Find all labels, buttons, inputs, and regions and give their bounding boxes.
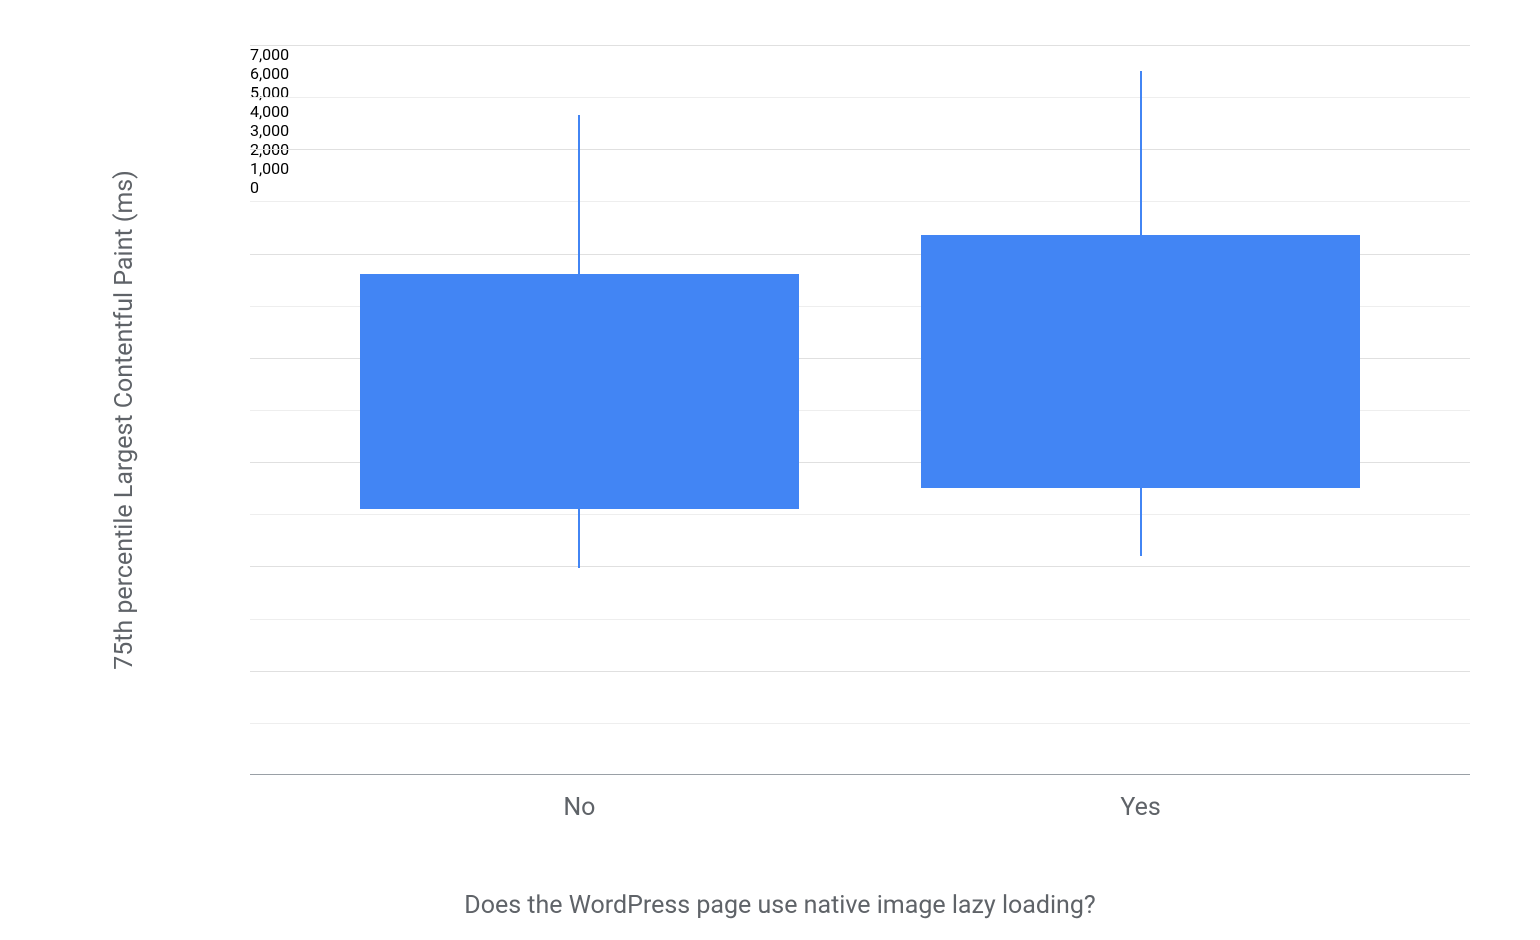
y-tick-label: 0 xyxy=(250,178,1470,197)
gridline xyxy=(250,149,1470,150)
y-tick-label: 4,000 xyxy=(250,102,1470,121)
y-tick-label: 6,000 xyxy=(250,64,1470,83)
boxplot-box-yes xyxy=(921,235,1360,488)
gridline-minor xyxy=(250,97,1470,98)
gridline xyxy=(250,566,1470,567)
gridline-minor xyxy=(250,201,1470,202)
boxplot-box-no xyxy=(360,274,799,509)
x-tick-label-no: No xyxy=(563,793,595,822)
y-tick-label: 3,000 xyxy=(250,121,1470,140)
gridline xyxy=(250,45,1470,46)
gridline-minor xyxy=(250,514,1470,515)
y-tick-label: 7,000 xyxy=(250,45,1470,64)
x-axis-label: Does the WordPress page use native image… xyxy=(50,891,1510,920)
y-tick-label: 1,000 xyxy=(250,159,1470,178)
gridline-minor xyxy=(250,723,1470,724)
gridline xyxy=(250,671,1470,672)
x-tick-label-yes: Yes xyxy=(1120,793,1160,822)
gridline-minor xyxy=(250,619,1470,620)
x-axis-line xyxy=(250,774,1470,775)
plot-area: 7,000 6,000 5,000 4,000 3,000 2,000 1,00… xyxy=(250,45,1470,775)
y-tick-label: 5,000 xyxy=(250,83,1470,102)
chart-container: 75th percentile Largest Contentful Paint… xyxy=(50,20,1510,920)
y-axis-label: 75th percentile Largest Contentful Paint… xyxy=(110,60,139,780)
